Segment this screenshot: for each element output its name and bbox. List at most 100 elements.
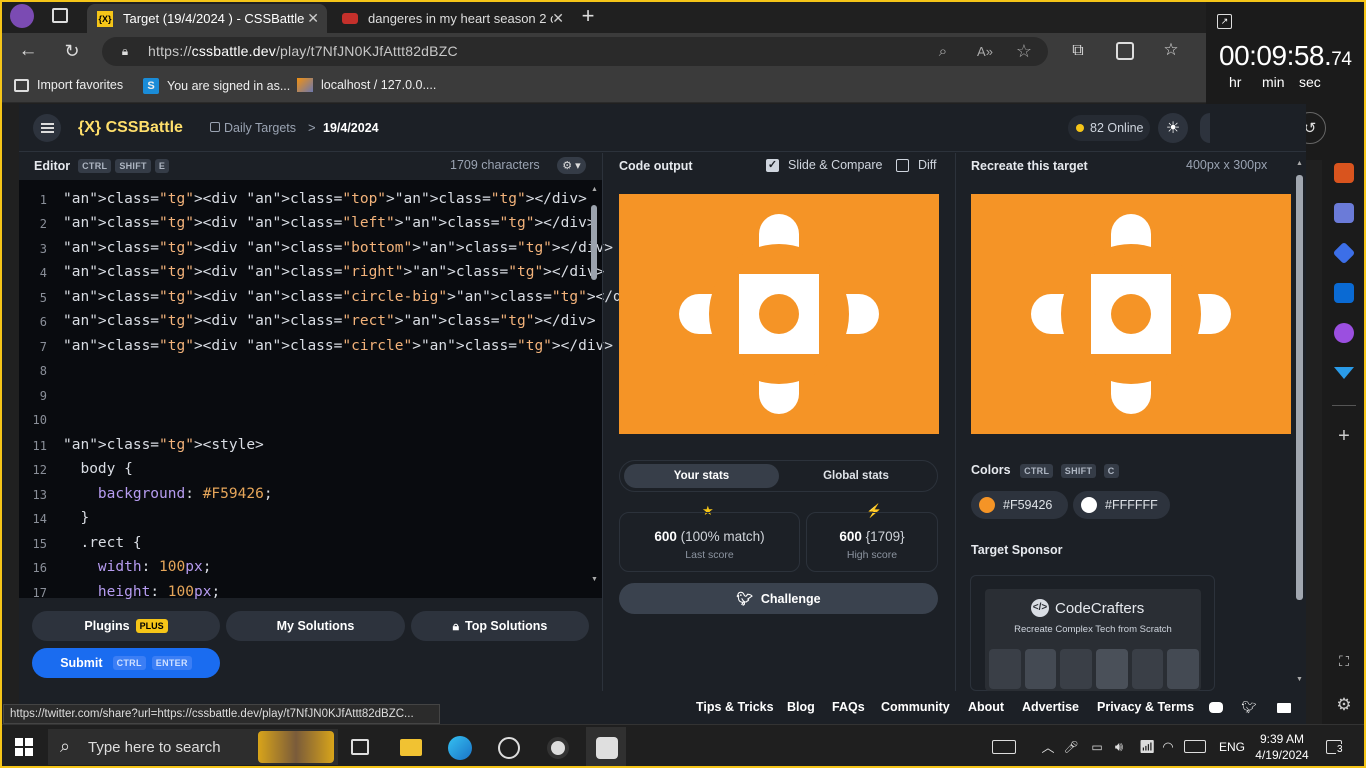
chevron-up-icon[interactable]: ︿ bbox=[1041, 739, 1055, 755]
diff-toggle[interactable]: Diff bbox=[896, 158, 937, 172]
tab-actions-icon[interactable] bbox=[52, 8, 68, 23]
discord-icon[interactable] bbox=[1209, 702, 1223, 713]
code-line[interactable]: height: 100px; bbox=[63, 584, 220, 600]
add-icon[interactable]: + bbox=[1334, 425, 1354, 447]
code-line[interactable]: .rect { bbox=[63, 535, 141, 551]
output-canvas[interactable] bbox=[619, 194, 939, 434]
footer-advertise-link[interactable]: Advertise bbox=[1022, 700, 1079, 714]
my-solutions-button[interactable]: My Solutions bbox=[226, 611, 405, 641]
tools-icon[interactable] bbox=[1334, 163, 1354, 183]
diff-checkbox[interactable] bbox=[896, 158, 909, 172]
tab-global-stats[interactable]: Global stats bbox=[780, 464, 932, 488]
twitter-icon[interactable]: 🐦︎ bbox=[1241, 700, 1256, 714]
localhost-link[interactable]: localhost / 127.0.0.... bbox=[297, 78, 436, 92]
code-line[interactable]: "an">class="tg"><div "an">class="right">… bbox=[63, 264, 604, 280]
code-line[interactable]: "an">class="tg"><div "an">class="rect">"… bbox=[63, 313, 596, 329]
submit-button[interactable]: Submit CTRL ENTER bbox=[32, 648, 220, 678]
profile-avatar[interactable] bbox=[10, 4, 34, 28]
extensions-icon[interactable]: ⧉ bbox=[1068, 41, 1088, 61]
battery-icon[interactable]: ▭ bbox=[1089, 740, 1105, 754]
footer-about-link[interactable]: About bbox=[968, 700, 1004, 714]
url-text[interactable]: https://cssbattle.dev/play/t7NfJN0KJfAtt… bbox=[148, 43, 458, 59]
edge-icon[interactable] bbox=[448, 736, 472, 760]
code-line[interactable]: "an">class="tg"><div "an">class="top">"a… bbox=[63, 191, 587, 207]
microphone-icon[interactable]: 🎤︎ bbox=[1063, 739, 1078, 755]
code-line[interactable]: background: #F59426; bbox=[63, 486, 273, 502]
cssbattle-logo[interactable]: {X} CSSBattle bbox=[78, 119, 183, 137]
refresh-icon[interactable]: ↻ bbox=[62, 40, 82, 62]
lock-icon[interactable]: 🔒︎ bbox=[119, 44, 131, 58]
color-chip-white[interactable]: #FFFFFF bbox=[1073, 491, 1170, 519]
scroll-down-icon[interactable]: ▼ bbox=[1296, 676, 1303, 683]
mail-icon[interactable] bbox=[1277, 703, 1291, 713]
code-line[interactable]: body { bbox=[63, 461, 132, 477]
footer-faqs-link[interactable]: FAQs bbox=[832, 700, 865, 714]
read-aloud-icon[interactable]: A» bbox=[975, 42, 995, 60]
editor-scroll-thumb[interactable] bbox=[591, 205, 597, 280]
screenshot-icon[interactable]: ⛶ bbox=[1335, 652, 1353, 670]
tab-cssbattle[interactable]: {X} Target (19/4/2024 ) - CSSBattle ✕ bbox=[87, 4, 327, 33]
wifi-icon[interactable]: ◠ bbox=[1160, 739, 1176, 755]
outlook-icon[interactable] bbox=[1334, 283, 1354, 303]
footer-community-link[interactable]: Community bbox=[881, 700, 950, 714]
theme-toggle-button[interactable]: ☀ bbox=[1158, 113, 1188, 143]
volume-icon[interactable]: 🔊︎ bbox=[1111, 739, 1127, 755]
obs-icon[interactable] bbox=[547, 737, 569, 759]
zoom-icon[interactable]: ⌕ bbox=[934, 42, 952, 60]
code-line[interactable]: "an">class="tg"><div "an">class="circle-… bbox=[63, 289, 648, 305]
file-explorer-icon[interactable] bbox=[400, 739, 422, 756]
footer-tips-link[interactable]: Tips & Tricks bbox=[696, 700, 774, 714]
breadcrumb-daily-targets[interactable]: Daily Targets bbox=[224, 121, 296, 135]
favorites-icon[interactable]: ☆ bbox=[1161, 40, 1181, 60]
import-favorites-link[interactable]: Import favorites bbox=[14, 78, 123, 92]
profile-avatar-partial[interactable] bbox=[1200, 113, 1210, 143]
editor-settings-button[interactable]: ⚙ ▾ bbox=[557, 157, 586, 174]
code-line[interactable]: width: 100px; bbox=[63, 559, 212, 575]
signed-in-link[interactable]: S You are signed in as... bbox=[143, 78, 290, 94]
challenge-button[interactable]: 🐦︎ Challenge bbox=[619, 583, 938, 614]
split-screen-icon[interactable] bbox=[1116, 42, 1134, 60]
code-line[interactable]: } bbox=[63, 510, 89, 526]
taskbar-clock[interactable]: 9:39 AM 4/19/2024 bbox=[1252, 731, 1312, 763]
language-indicator[interactable]: ENG bbox=[1219, 740, 1245, 754]
plugins-button[interactable]: Plugins PLUS bbox=[32, 611, 220, 641]
scroll-up-icon[interactable]: ▲ bbox=[591, 186, 598, 193]
designer-icon[interactable] bbox=[1334, 323, 1354, 343]
task-view-icon[interactable] bbox=[351, 739, 369, 755]
expand-icon[interactable]: ↗ bbox=[1217, 14, 1232, 29]
taskbar-search[interactable]: ⌕ Type here to search bbox=[48, 729, 338, 765]
tab-youtube[interactable]: dangeres in my heart season 2 o ✕ bbox=[332, 4, 572, 33]
code-line[interactable]: "an">class="tg"><style> bbox=[63, 437, 264, 453]
target-scrollbar[interactable] bbox=[1296, 175, 1303, 600]
tab-your-stats[interactable]: Your stats bbox=[624, 464, 779, 488]
windows-start-icon[interactable] bbox=[15, 738, 33, 756]
footer-blog-link[interactable]: Blog bbox=[787, 700, 815, 714]
scroll-down-icon[interactable]: ▼ bbox=[591, 576, 598, 583]
new-tab-icon[interactable]: + bbox=[578, 3, 598, 28]
close-tab-icon[interactable]: ✕ bbox=[552, 10, 564, 27]
games-icon[interactable] bbox=[1334, 203, 1354, 223]
online-count[interactable]: 82 Online bbox=[1068, 115, 1150, 141]
keyboard-icon[interactable] bbox=[1184, 740, 1206, 753]
line-number: 10 bbox=[32, 413, 47, 427]
code-line[interactable]: "an">class="tg"><div "an">class="bottom"… bbox=[63, 240, 613, 256]
chatgpt-icon[interactable] bbox=[498, 737, 520, 759]
code-line[interactable]: "an">class="tg"><div "an">class="left">"… bbox=[63, 215, 596, 231]
target-canvas[interactable] bbox=[971, 194, 1291, 434]
back-icon[interactable]: ← bbox=[18, 40, 38, 62]
footer-privacy-link[interactable]: Privacy & Terms bbox=[1097, 700, 1194, 714]
sponsor-banner[interactable]: </> CodeCrafters Recreate Complex Tech f… bbox=[985, 589, 1201, 691]
close-tab-icon[interactable]: ✕ bbox=[307, 10, 319, 27]
notification-button[interactable]: 3 bbox=[1324, 738, 1344, 756]
scroll-up-icon[interactable]: ▲ bbox=[1296, 160, 1303, 167]
widgets-icon[interactable] bbox=[992, 740, 1016, 754]
slide-compare-toggle[interactable]: ✓ Slide & Compare bbox=[766, 158, 883, 172]
network-icon[interactable]: 📶︎ bbox=[1139, 739, 1156, 755]
favorite-star-icon[interactable]: ☆ bbox=[1014, 41, 1034, 61]
color-chip-orange[interactable]: #F59426 bbox=[971, 491, 1068, 519]
menu-button[interactable] bbox=[33, 114, 61, 142]
code-line[interactable]: "an">class="tg"><div "an">class="circle"… bbox=[63, 338, 613, 354]
settings-icon[interactable]: ⚙ bbox=[1334, 695, 1354, 715]
slide-compare-checkbox[interactable]: ✓ bbox=[766, 158, 779, 172]
top-solutions-button[interactable]: 🔒︎ Top Solutions bbox=[411, 611, 589, 641]
